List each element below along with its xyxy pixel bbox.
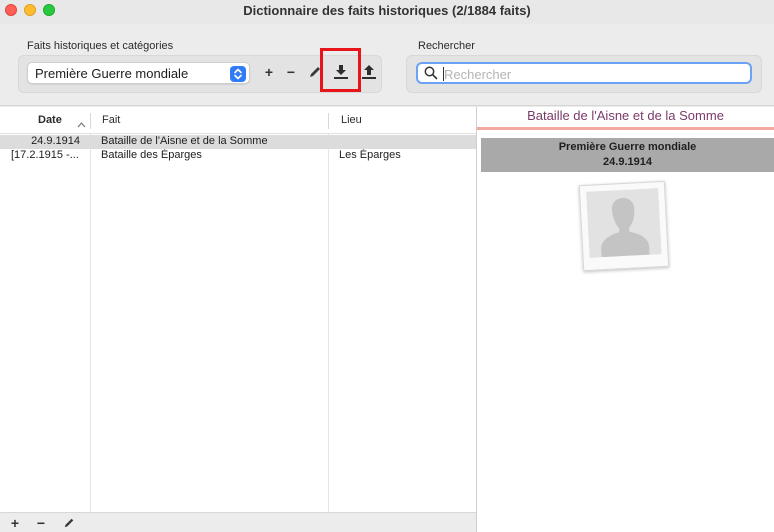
- detail-title: Bataille de l'Aisne et de la Somme: [527, 108, 724, 123]
- add-fact-button[interactable]: +: [6, 514, 24, 532]
- placeholder-photo: [578, 180, 670, 272]
- column-header-fait[interactable]: Fait: [102, 114, 120, 126]
- remove-fact-button[interactable]: −: [32, 514, 50, 532]
- cell-lieu: Les Éparges: [339, 149, 401, 161]
- column-divider: [328, 134, 329, 512]
- table-row[interactable]: [17.2.1915 -... Bataille des Éparges Les…: [0, 149, 476, 163]
- upload-tray-icon: [361, 65, 377, 83]
- search-group-label: Rechercher: [418, 40, 475, 52]
- pencil-icon: [63, 516, 75, 532]
- category-group-label: Faits historiques et catégories: [27, 40, 174, 52]
- column-separator: [328, 113, 329, 129]
- cell-fait: Bataille de l'Aisne et de la Somme: [101, 135, 268, 147]
- export-button[interactable]: [358, 60, 380, 84]
- cell-fait: Bataille des Éparges: [101, 149, 202, 161]
- search-field[interactable]: [416, 62, 752, 84]
- detail-pane: Bataille de l'Aisne et de la Somme Premi…: [477, 107, 774, 532]
- window-title: Dictionnaire des faits historiques (2/18…: [243, 3, 531, 18]
- cell-date: [17.2.1915 -...: [11, 149, 79, 161]
- facts-table: Date Fait Lieu 24.9.1914 Bataille de l'A…: [0, 107, 476, 532]
- title-bar: Dictionnaire des faits historiques (2/18…: [0, 0, 774, 24]
- magnifier-icon: [424, 66, 438, 83]
- detail-title-rule: [477, 127, 774, 130]
- category-popup[interactable]: Première Guerre mondiale: [27, 62, 250, 84]
- table-header: Date Fait Lieu: [0, 107, 476, 134]
- column-header-lieu[interactable]: Lieu: [341, 114, 362, 126]
- column-divider: [90, 134, 91, 512]
- detail-date: 24.9.1914: [603, 156, 652, 168]
- cell-date: 24.9.1914: [31, 135, 80, 147]
- remove-category-button[interactable]: −: [280, 60, 302, 84]
- search-input[interactable]: [444, 66, 744, 82]
- table-row[interactable]: 24.9.1914 Bataille de l'Aisne et de la S…: [0, 135, 476, 149]
- edit-fact-button[interactable]: [60, 514, 78, 532]
- person-silhouette-icon: [589, 198, 661, 258]
- table-bottom-bar: + −: [0, 512, 476, 532]
- highlight-box: [320, 48, 361, 92]
- column-separator: [90, 113, 91, 129]
- detail-category: Première Guerre mondiale: [558, 141, 697, 153]
- add-category-button[interactable]: +: [258, 60, 280, 84]
- detail-header: Première Guerre mondiale 24.9.1914: [481, 138, 774, 172]
- chevron-updown-icon: [230, 66, 246, 82]
- column-header-date[interactable]: Date: [38, 114, 62, 126]
- chevron-up-icon: [77, 117, 86, 131]
- category-popup-value: Première Guerre mondiale: [35, 66, 189, 81]
